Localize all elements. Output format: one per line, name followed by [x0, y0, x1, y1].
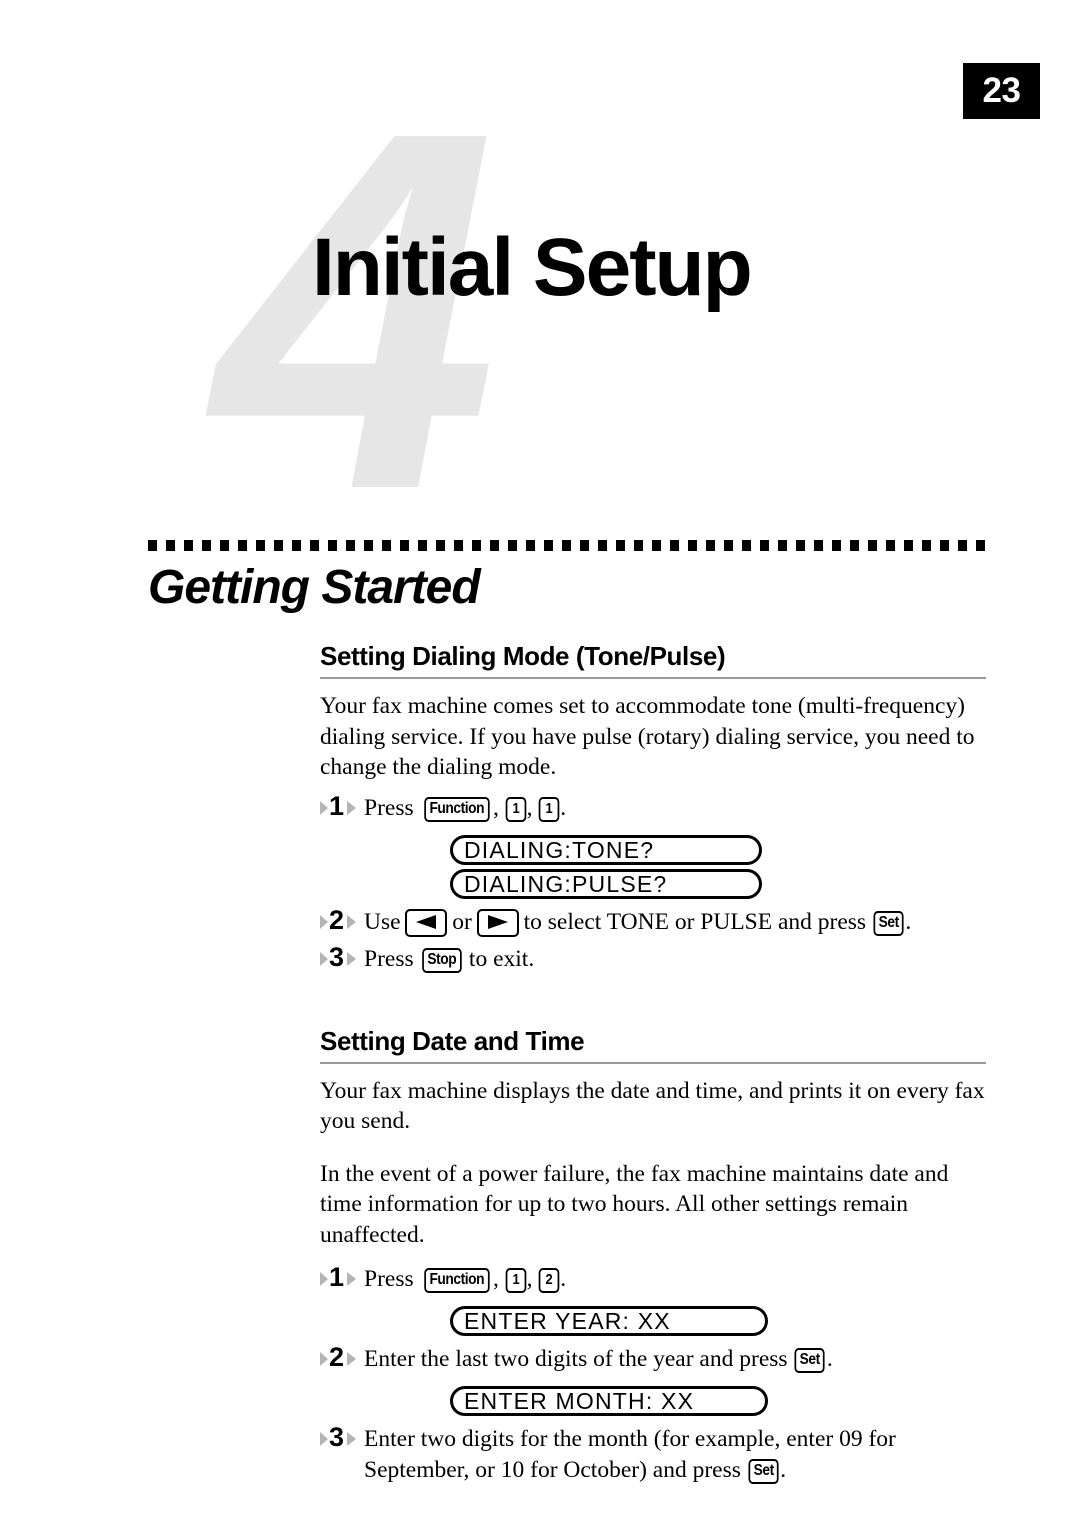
step-text-exit: to exit.	[463, 945, 535, 972]
step-item: 1 Press Function, 1, 2.	[320, 1262, 986, 1295]
step-text-period: .	[560, 1266, 567, 1292]
step-text: Use	[364, 908, 407, 935]
key-digit-1[interactable]: 1	[505, 796, 526, 822]
key-stop[interactable]: Stop	[421, 947, 461, 973]
step-text-comma2: ,	[526, 1266, 539, 1292]
section-paragraph: Your fax machine displays the date and t…	[320, 1077, 985, 1135]
key-set[interactable]: Set	[748, 1459, 779, 1484]
step-number: 1	[329, 1262, 345, 1292]
section-heading-date-time: Setting Date and Time	[320, 1025, 986, 1064]
step-text: Press	[364, 945, 420, 972]
lcd-message-enter-month: ENTER MONTH: XX	[450, 1386, 768, 1416]
arrow-left-icon[interactable]	[405, 908, 448, 937]
step-item: 3 Press Stop to exit.	[320, 941, 986, 975]
dotted-divider	[148, 540, 986, 551]
step-arrow-marker-icon: 3	[320, 1422, 360, 1452]
key-function[interactable]: Function	[423, 1268, 489, 1293]
section-heading-dialing-mode: Setting Dialing Mode (Tone/Pulse)	[320, 640, 986, 679]
step-arrow-marker-icon: 3	[320, 941, 360, 972]
step-item: 1 Press Function, 1, 1.	[320, 790, 986, 824]
key-digit-1[interactable]: 1	[505, 1268, 526, 1293]
step-arrow-marker-icon: 2	[320, 904, 360, 935]
step-item: 3 Enter two digits for the month (for ex…	[320, 1422, 986, 1486]
chapter-header: 4 Initial Setup	[0, 0, 1080, 566]
step-arrow-marker-icon: 1	[320, 790, 360, 821]
step-text: Enter the last two digits of the year an…	[364, 1346, 794, 1372]
key-function[interactable]: Function	[423, 796, 489, 822]
lcd-message-enter-year: ENTER YEAR: XX	[450, 1306, 768, 1336]
step-text-period: .	[905, 908, 912, 935]
step-text: Press	[364, 794, 420, 821]
step-number: 2	[329, 1342, 345, 1372]
chapter-title: Initial Setup	[312, 222, 753, 313]
step-arrow-marker-icon: 2	[320, 1342, 360, 1372]
key-set[interactable]: Set	[873, 910, 904, 936]
step-arrow-marker-icon: 1	[320, 1262, 360, 1292]
lcd-message-dialing-tone: DIALING:TONE?	[450, 834, 762, 865]
step-number: 3	[329, 1422, 345, 1452]
step-text-or: or	[446, 908, 478, 935]
step-text-comma2: ,	[526, 794, 539, 821]
step-item: 2 Use or to select TONE or PULSE and pre…	[320, 904, 986, 938]
key-set[interactable]: Set	[794, 1348, 826, 1373]
step-text-period: .	[780, 1457, 787, 1483]
step-text-select: to select TONE or PULSE and press	[517, 908, 872, 935]
content-column: Setting Dialing Mode (Tone/Pulse) Your f…	[320, 640, 986, 1486]
section-paragraph: Your fax machine comes set to accommodat…	[320, 693, 975, 780]
step-text-comma: ,	[493, 1266, 505, 1292]
step-number: 1	[329, 790, 345, 821]
step-number: 3	[329, 941, 345, 972]
step-text: Enter two digits for the month (for exam…	[364, 1426, 896, 1483]
section-paragraph: In the event of a power failure, the fax…	[320, 1160, 949, 1248]
step-item: 2 Enter the last two digits of the year …	[320, 1342, 986, 1375]
key-digit-2[interactable]: 1	[539, 796, 560, 822]
step-text-period: .	[826, 1346, 833, 1372]
part-title: Getting Started	[148, 561, 481, 614]
step-text: Press	[364, 1266, 420, 1292]
arrow-right-icon[interactable]	[476, 908, 519, 937]
step-text-period: .	[560, 794, 567, 821]
step-number: 2	[329, 904, 345, 935]
lcd-message-dialing-pulse: DIALING:PULSE?	[450, 868, 762, 899]
key-digit-2[interactable]: 2	[539, 1268, 560, 1293]
step-text-comma: ,	[493, 794, 505, 821]
